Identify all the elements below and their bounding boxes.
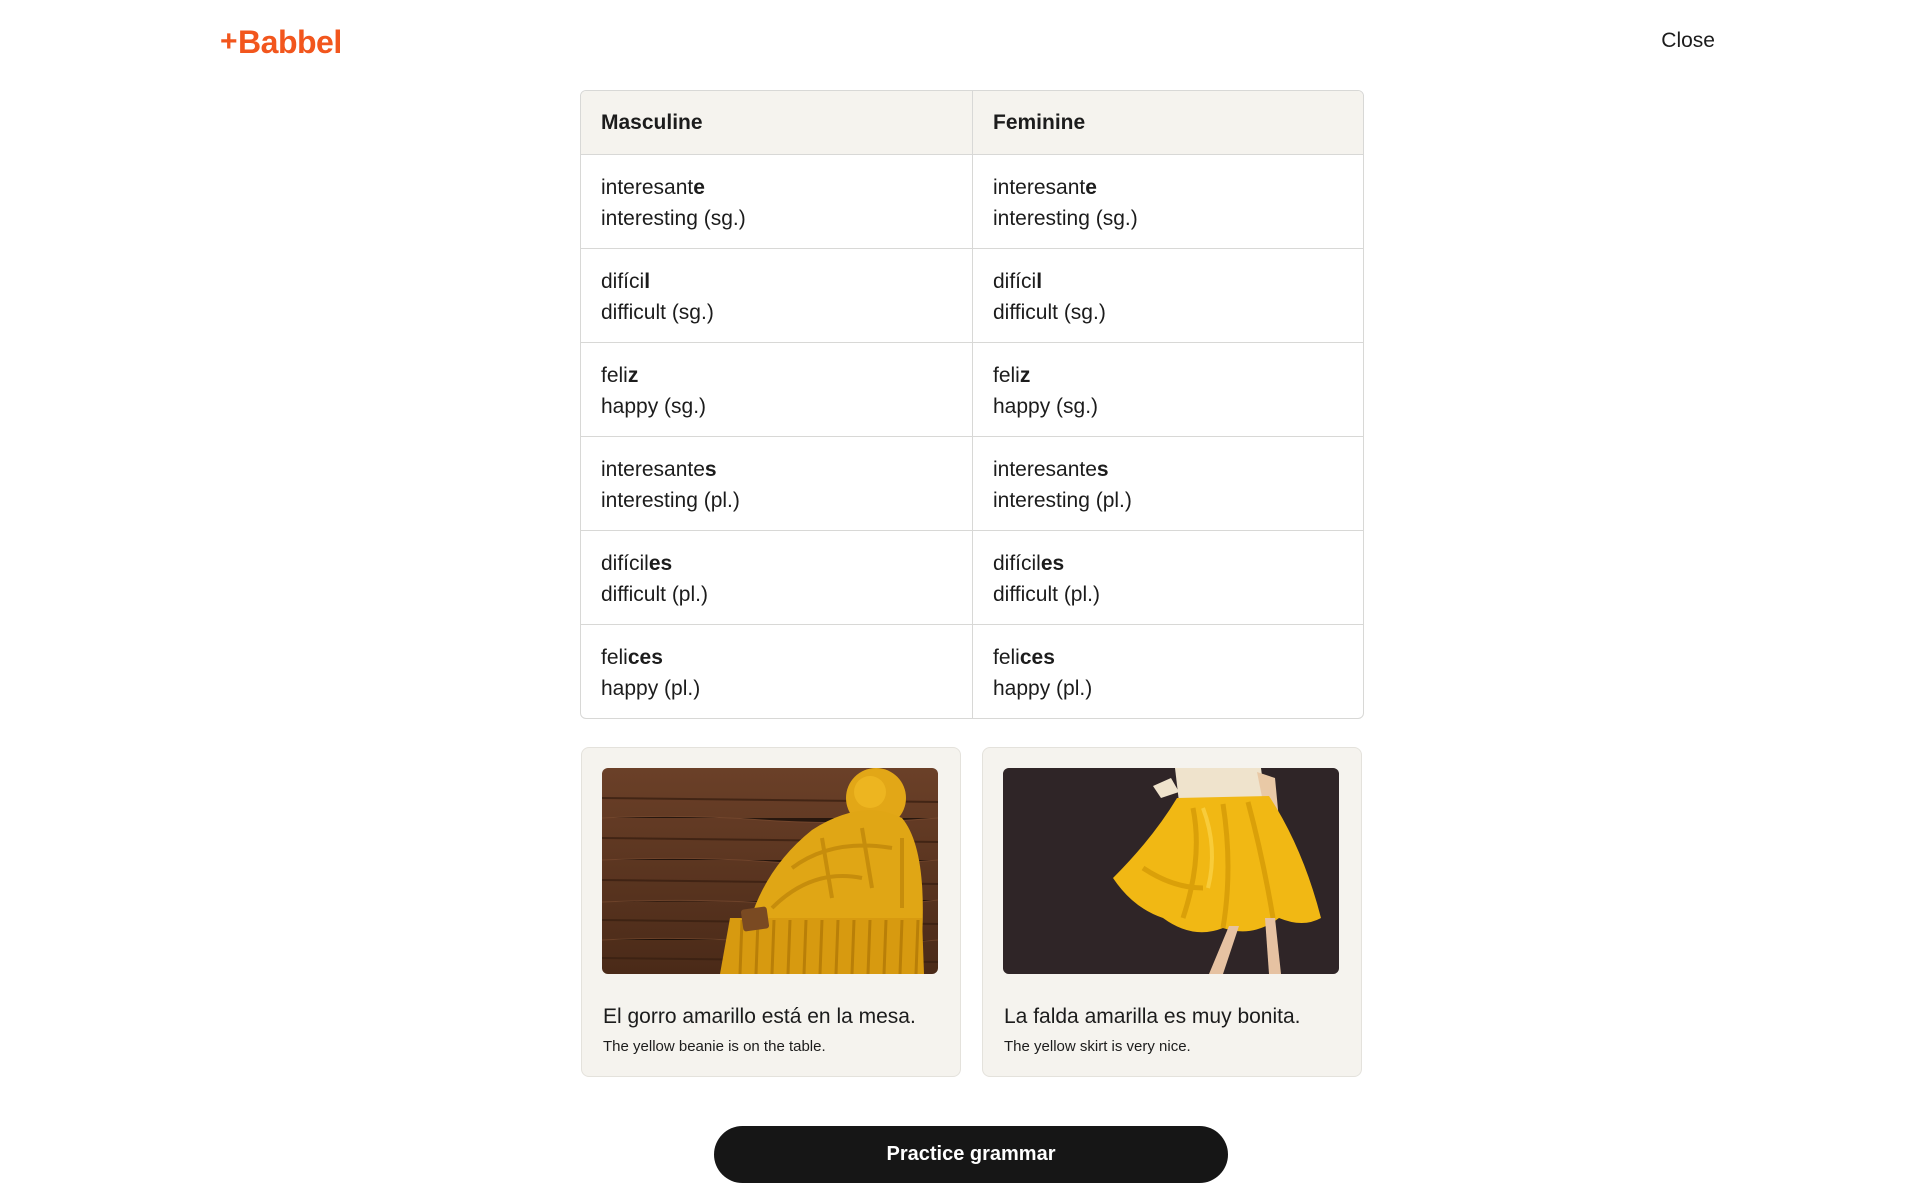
feminine-cell: feliz happy (sg.) [972, 343, 1363, 437]
column-header-feminine: Feminine [972, 91, 1363, 154]
masculine-cell: interesantes interesting (pl.) [581, 437, 972, 531]
spanish-word: difícil [601, 270, 651, 293]
table-row: difícil difficult (sg.) difícil difficul… [581, 248, 1363, 343]
table-row: interesantes interesting (pl.) interesan… [581, 436, 1363, 531]
masculine-cell: difícil difficult (sg.) [581, 249, 972, 343]
table-row: feliz happy (sg.) feliz happy (sg.) [581, 342, 1363, 437]
example-card-skirt: La falda amarilla es muy bonita. The yel… [982, 747, 1362, 1077]
table-row: interesante interesting (sg.) interesant… [581, 154, 1363, 249]
yellow-beanie-image [602, 768, 938, 974]
word-ending: s [1096, 458, 1109, 481]
word-ending: e [1085, 176, 1097, 199]
word-translation: happy (pl.) [601, 677, 701, 700]
table-header-row: Masculine Feminine [581, 91, 1363, 154]
table-row: difíciles difficult (pl.) difíciles diff… [581, 530, 1363, 625]
practice-grammar-button[interactable]: Practice grammar [714, 1126, 1228, 1183]
word-ending: z [627, 364, 639, 387]
english-translation: The yellow beanie is on the table. [603, 1038, 826, 1055]
spanish-word: interesantes [601, 458, 717, 481]
column-header-masculine: Masculine [601, 110, 703, 134]
example-card-beanie: El gorro amarillo está en la mesa. The y… [581, 747, 961, 1077]
feminine-cell: interesante interesting (sg.) [972, 155, 1363, 249]
masculine-cell: feliz happy (sg.) [581, 343, 972, 437]
spanish-word: difíciles [601, 552, 673, 575]
word-translation: happy (pl.) [993, 677, 1093, 700]
english-translation: The yellow skirt is very nice. [1004, 1038, 1191, 1055]
masculine-cell: difíciles difficult (pl.) [581, 531, 972, 625]
masculine-cell: interesante interesting (sg.) [581, 155, 972, 249]
spanish-word: interesante [601, 176, 705, 199]
word-translation: interesting (pl.) [993, 489, 1132, 512]
word-translation: happy (sg.) [601, 395, 707, 418]
spanish-sentence: La falda amarilla es muy bonita. [1004, 1005, 1301, 1028]
spanish-word: feliz [601, 364, 639, 387]
spanish-word: feliz [993, 364, 1031, 387]
word-translation: difficult (pl.) [993, 583, 1100, 606]
word-translation: interesting (sg.) [993, 207, 1138, 230]
word-ending: ces [1019, 646, 1055, 669]
masculine-cell: felices happy (pl.) [581, 625, 972, 718]
spanish-word: interesante [993, 176, 1097, 199]
word-translation: difficult (sg.) [601, 301, 714, 324]
word-translation: interesting (pl.) [601, 489, 740, 512]
logo-plus-icon: + [220, 25, 238, 58]
babbel-logo[interactable]: + Babbel [220, 22, 342, 62]
spanish-sentence: El gorro amarillo está en la mesa. [603, 1005, 916, 1028]
word-ending: z [1019, 364, 1031, 387]
spanish-word: interesantes [993, 458, 1109, 481]
feminine-cell: difíciles difficult (pl.) [972, 531, 1363, 625]
spanish-word: felices [601, 646, 663, 669]
word-translation: interesting (sg.) [601, 207, 746, 230]
word-ending: es [1040, 552, 1065, 575]
feminine-cell: interesantes interesting (pl.) [972, 437, 1363, 531]
word-ending: ces [627, 646, 663, 669]
word-ending: l [1036, 270, 1043, 293]
word-translation: difficult (sg.) [993, 301, 1106, 324]
spanish-word: difícil [993, 270, 1043, 293]
spanish-word: felices [993, 646, 1055, 669]
feminine-cell: felices happy (pl.) [972, 625, 1363, 718]
word-ending: l [644, 270, 651, 293]
logo-text: Babbel [238, 24, 342, 60]
word-translation: happy (sg.) [993, 395, 1099, 418]
yellow-skirt-image [1003, 768, 1339, 974]
word-translation: difficult (pl.) [601, 583, 708, 606]
feminine-cell: difícil difficult (sg.) [972, 249, 1363, 343]
spanish-word: difíciles [993, 552, 1065, 575]
close-button[interactable]: Close [1661, 26, 1715, 56]
top-bar: + Babbel Close [0, 0, 1920, 84]
word-ending: e [693, 176, 705, 199]
grammar-table: Masculine Feminine interesante interesti… [580, 90, 1364, 719]
word-ending: es [648, 552, 673, 575]
word-ending: s [704, 458, 717, 481]
table-row: felices happy (pl.) felices happy (pl.) [581, 624, 1363, 718]
